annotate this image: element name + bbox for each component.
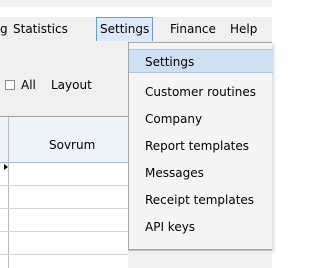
menu-option-company[interactable]: Company xyxy=(129,107,273,131)
column-separator xyxy=(8,117,9,268)
all-checkbox[interactable] xyxy=(5,80,15,90)
menu-option-api-keys[interactable]: API keys xyxy=(129,215,273,239)
grid-row-line xyxy=(0,231,145,232)
column-header-sovrum[interactable]: Sovrum xyxy=(49,138,95,152)
menu-bar: g Statistics Settings Finance Help xyxy=(0,17,272,42)
menu-option-report-templates[interactable]: Report templates xyxy=(129,134,273,158)
settings-dropdown-menu: Settings Customer routines Company Repor… xyxy=(128,42,273,250)
background-panel xyxy=(128,250,272,268)
menu-settings[interactable]: Settings xyxy=(96,17,154,42)
grid-row-line xyxy=(0,208,145,209)
layout-button[interactable]: Layout xyxy=(51,76,92,94)
menu-item-partial[interactable]: g xyxy=(0,17,8,41)
row-indicator-icon xyxy=(4,164,8,170)
menu-option-messages[interactable]: Messages xyxy=(129,161,273,185)
menu-option-settings[interactable]: Settings xyxy=(129,49,273,73)
menu-help[interactable]: Help xyxy=(230,17,257,41)
window-title-strip xyxy=(0,0,272,7)
menu-option-customer-routines[interactable]: Customer routines xyxy=(129,80,273,104)
menu-option-receipt-templates[interactable]: Receipt templates xyxy=(129,188,273,212)
menu-finance[interactable]: Finance xyxy=(170,17,216,41)
menu-statistics[interactable]: Statistics xyxy=(13,17,68,41)
all-checkbox-label: All xyxy=(21,78,36,92)
grid-row-line xyxy=(0,254,145,255)
grid-row-line xyxy=(0,185,145,186)
